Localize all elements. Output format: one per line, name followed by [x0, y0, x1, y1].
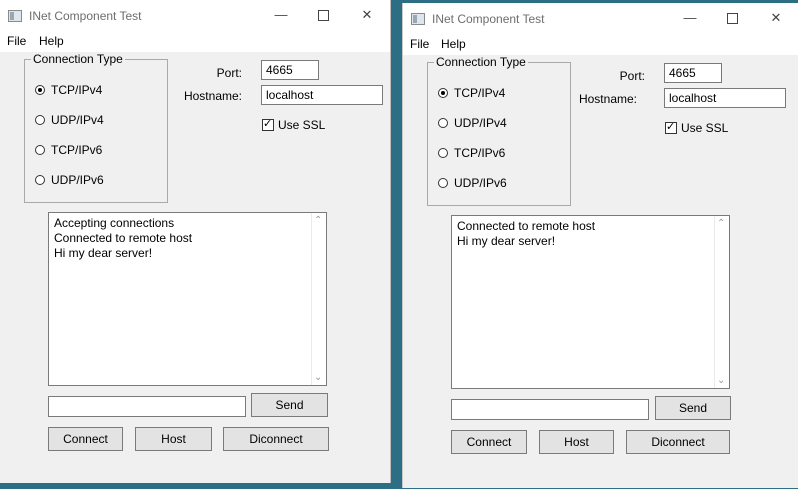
menu-file[interactable]: File — [7, 34, 26, 48]
radio-dot[interactable] — [438, 118, 448, 128]
log-lines: Connected to remote host Hi my dear serv… — [457, 219, 713, 249]
title-bar[interactable]: INet Component Test — ✕ — [0, 0, 390, 31]
use-ssl-label: Use SSL — [278, 118, 326, 132]
menu-help[interactable]: Help — [441, 37, 466, 51]
scroll-down-icon[interactable]: ⌄ — [314, 372, 322, 383]
menu-bar: File Help — [403, 34, 798, 55]
vertical-scrollbar[interactable]: ⌃ ⌄ — [714, 216, 729, 388]
disconnect-button[interactable]: Diconnect — [223, 427, 329, 451]
radio-label: UDP/IPv4 — [454, 116, 507, 130]
checkbox-box[interactable] — [262, 117, 274, 131]
message-input[interactable] — [451, 399, 649, 420]
use-ssl-label: Use SSL — [681, 121, 729, 135]
radio-label: UDP/IPv6 — [454, 176, 507, 190]
app-icon — [8, 10, 22, 22]
message-log[interactable]: Connected to remote host Hi my dear serv… — [451, 215, 730, 389]
window-title: INet Component Test — [29, 9, 142, 23]
connection-type-group: Connection Type TCP/IPv4 UDP/IPv4 TCP/IP… — [24, 52, 168, 203]
inet-test-window-right: INet Component Test — ✕ File Help Connec… — [402, 3, 798, 488]
hostname-label: Hostname: — [578, 92, 637, 106]
port-input[interactable] — [261, 60, 319, 80]
host-button[interactable]: Host — [135, 427, 212, 451]
log-line: Hi my dear server! — [54, 246, 153, 260]
hostname-input[interactable] — [664, 88, 786, 108]
menu-bar: File Help — [0, 31, 390, 52]
menu-help[interactable]: Help — [39, 34, 64, 48]
log-line: Accepting connections — [54, 216, 175, 230]
disconnect-button[interactable]: Diconnect — [626, 430, 730, 454]
send-button[interactable]: Send — [251, 393, 328, 417]
radio-dot[interactable] — [35, 145, 45, 155]
log-line: Connected to remote host — [54, 231, 193, 245]
log-lines: Accepting connections Connected to remot… — [54, 216, 310, 261]
message-log[interactable]: Accepting connections Connected to remot… — [48, 212, 327, 386]
connection-type-group: Connection Type TCP/IPv4 UDP/IPv4 TCP/IP… — [427, 55, 571, 206]
maximize-icon[interactable] — [721, 8, 743, 28]
port-label: Port: — [619, 69, 645, 83]
log-line: Hi my dear server! — [457, 234, 556, 248]
host-button[interactable]: Host — [539, 430, 614, 454]
radio-label: UDP/IPv4 — [51, 113, 104, 127]
maximize-icon[interactable] — [312, 5, 334, 25]
title-bar[interactable]: INet Component Test — ✕ — [403, 3, 798, 34]
scroll-up-icon[interactable]: ⌃ — [717, 218, 725, 229]
radio-label: TCP/IPv4 — [454, 86, 506, 100]
menu-file[interactable]: File — [410, 37, 429, 51]
inet-test-window-left: INet Component Test — ✕ File Help Connec… — [0, 0, 391, 483]
port-label: Port: — [216, 66, 242, 80]
hostname-input[interactable] — [261, 85, 383, 105]
radio-label: TCP/IPv4 — [51, 83, 103, 97]
connect-button[interactable]: Connect — [48, 427, 123, 451]
minimize-icon[interactable]: — — [270, 5, 292, 25]
connection-type-label: Connection Type — [31, 52, 125, 66]
connection-type-label: Connection Type — [434, 55, 528, 69]
radio-dot[interactable] — [438, 148, 448, 158]
radio-dot[interactable] — [35, 175, 45, 185]
radio-label: TCP/IPv6 — [51, 143, 103, 157]
radio-label: UDP/IPv6 — [51, 173, 104, 187]
close-icon[interactable]: ✕ — [356, 5, 378, 25]
send-button[interactable]: Send — [655, 396, 731, 420]
vertical-scrollbar[interactable]: ⌃ ⌄ — [311, 213, 326, 385]
window-title: INet Component Test — [432, 12, 545, 26]
log-line: Connected to remote host — [457, 219, 596, 233]
minimize-icon[interactable]: — — [679, 8, 701, 28]
app-icon — [411, 13, 425, 25]
message-input[interactable] — [48, 396, 246, 417]
checkbox-box[interactable] — [665, 120, 677, 134]
radio-dot[interactable] — [438, 178, 448, 188]
radio-dot[interactable] — [35, 115, 45, 125]
connect-button[interactable]: Connect — [451, 430, 527, 454]
close-icon[interactable]: ✕ — [765, 8, 787, 28]
port-input[interactable] — [664, 63, 722, 83]
hostname-label: Hostname: — [183, 89, 242, 103]
radio-dot[interactable] — [35, 85, 45, 95]
scroll-up-icon[interactable]: ⌃ — [314, 215, 322, 226]
radio-label: TCP/IPv6 — [454, 146, 506, 160]
radio-dot[interactable] — [438, 88, 448, 98]
scroll-down-icon[interactable]: ⌄ — [717, 375, 725, 386]
